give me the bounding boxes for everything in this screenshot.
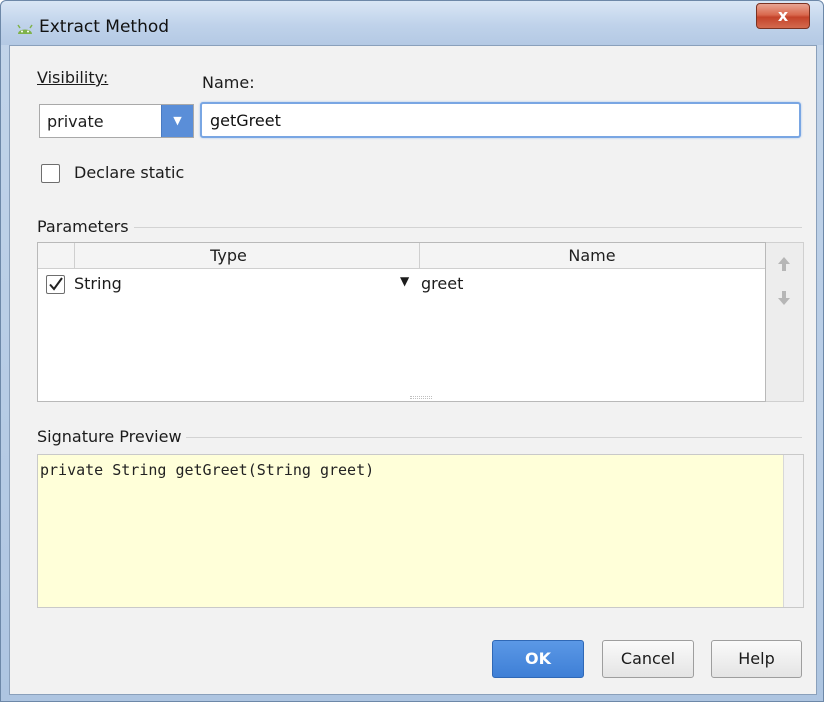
- declare-static-checkbox[interactable]: Declare static: [39, 162, 199, 186]
- parameter-checkbox[interactable]: [46, 275, 65, 294]
- checkmark-icon: [49, 277, 63, 291]
- method-name-input[interactable]: [200, 102, 801, 138]
- column-header-label: Type: [210, 246, 247, 265]
- signature-preview-text: private String getGreet(String greet): [40, 461, 375, 479]
- declare-static-label: Declare static: [74, 163, 185, 182]
- column-separator: [74, 243, 75, 269]
- table-row[interactable]: String ▼ greet: [38, 270, 765, 300]
- ok-button[interactable]: OK: [492, 640, 584, 678]
- scrollbar[interactable]: [783, 455, 803, 607]
- title-bar[interactable]: Extract Method x: [1, 1, 823, 45]
- parameters-label: Parameters: [37, 217, 129, 236]
- signature-preview-box: private String getGreet(String greet): [37, 454, 804, 608]
- column-header-type[interactable]: Type: [38, 243, 419, 269]
- visibility-label: Visibility:: [37, 68, 109, 87]
- dialog-content: Visibility: Name: private ▼ Declare stat…: [9, 45, 817, 695]
- parameter-name[interactable]: greet: [421, 274, 463, 293]
- dialog-window: Extract Method x Visibility: Name: priva…: [0, 0, 824, 702]
- parameter-type[interactable]: String: [74, 274, 122, 293]
- window-title: Extract Method: [39, 17, 170, 37]
- arrow-up-icon[interactable]: [775, 255, 793, 273]
- signature-preview-label: Signature Preview: [37, 427, 182, 446]
- visibility-dropdown[interactable]: private ▼: [39, 104, 194, 138]
- resize-grip[interactable]: [410, 396, 432, 399]
- visibility-selected-value: private: [47, 112, 104, 131]
- android-icon: [17, 24, 33, 34]
- column-separator: [419, 243, 420, 269]
- section-divider: [134, 227, 802, 228]
- type-dropdown-icon[interactable]: ▼: [400, 274, 409, 288]
- section-divider: [186, 437, 802, 438]
- chevron-down-icon[interactable]: ▼: [161, 105, 193, 137]
- name-label: Name:: [202, 73, 255, 92]
- parameters-table: Type Name String ▼ greet: [37, 242, 766, 402]
- arrow-down-icon[interactable]: [775, 289, 793, 307]
- help-button[interactable]: Help: [711, 640, 802, 678]
- close-button[interactable]: x: [756, 3, 810, 29]
- column-header-label: Name: [568, 246, 616, 265]
- parameter-move-toolbar: [766, 242, 804, 402]
- close-icon: x: [777, 6, 789, 25]
- checkbox-box[interactable]: [41, 164, 60, 183]
- cancel-button[interactable]: Cancel: [602, 640, 694, 678]
- column-header-name[interactable]: Name: [419, 243, 765, 269]
